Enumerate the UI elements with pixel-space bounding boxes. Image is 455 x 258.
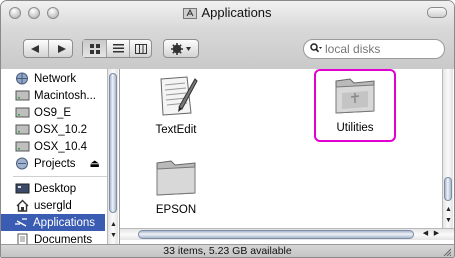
- sidebar-item-network[interactable]: Network: [15, 70, 119, 87]
- sidebar-scrollbar[interactable]: ▲ ▼: [107, 69, 118, 244]
- home-icon: [16, 199, 29, 212]
- window-title-text: Applications: [201, 5, 272, 20]
- resize-grip-icon[interactable]: [442, 247, 451, 256]
- main-scroll-right-arrow[interactable]: ▶: [431, 229, 442, 239]
- sidebar: Network Macintosh... OS9_E OSX_10.2 OSX_…: [1, 69, 120, 244]
- file-item-label: EPSON: [155, 204, 197, 216]
- hard-disk-icon: [15, 124, 30, 135]
- sidebar-item-macintosh[interactable]: Macintosh...: [15, 87, 119, 104]
- sidebar-item-desktop[interactable]: Desktop: [15, 180, 119, 197]
- sidebar-item-label: Network: [34, 72, 77, 85]
- gear-icon: [171, 42, 191, 55]
- sidebar-item-label: Desktop: [34, 182, 77, 195]
- toolbar-area: Applications local disks: [1, 1, 454, 69]
- forward-button[interactable]: [48, 40, 72, 57]
- sidebar-scroll-down-arrow[interactable]: ▼: [108, 231, 119, 241]
- icon-view-icon: [89, 43, 100, 54]
- main-vertical-scroll-thumb[interactable]: [444, 177, 452, 201]
- search-placeholder: local disks: [325, 42, 381, 56]
- status-text: 33 items, 5.23 GB available: [163, 245, 292, 257]
- applications-icon: [15, 218, 27, 227]
- sidebar-item-label: OSX_10.2: [34, 123, 88, 136]
- sidebar-scroll-up-arrow[interactable]: ▲: [108, 220, 119, 230]
- sidebar-item-label: OSX_10.4: [34, 140, 88, 153]
- list-view-icon: [112, 44, 124, 53]
- main-horizontal-scroll-thumb[interactable]: [138, 230, 414, 239]
- documents-icon: [17, 233, 28, 244]
- sidebar-scroll-thumb[interactable]: [109, 73, 117, 213]
- hard-disk-icon: [15, 107, 30, 118]
- back-button[interactable]: [24, 40, 48, 57]
- list-view-button[interactable]: [106, 40, 129, 57]
- search-field[interactable]: local disks: [303, 39, 445, 59]
- status-bar: 33 items, 5.23 GB available: [1, 244, 454, 257]
- applications-folder-icon: [183, 8, 198, 19]
- toolbar-toggle-button[interactable]: [427, 7, 447, 18]
- main-scroll-left-arrow[interactable]: ◀: [420, 229, 431, 239]
- file-item-label: Utilities: [336, 122, 374, 134]
- sidebar-item-osx-10-2[interactable]: OSX_10.2: [15, 121, 119, 138]
- folder-icon: [335, 78, 375, 114]
- column-view-button[interactable]: [129, 40, 151, 57]
- eject-icon[interactable]: ⏏: [90, 157, 100, 170]
- file-browser: TextEdit Utilities EPSON ▲ ▼ ◀ ▶: [120, 69, 454, 244]
- back-forward-control: [23, 39, 73, 58]
- network-volume-icon: [16, 157, 28, 170]
- file-item-textedit[interactable]: TextEdit: [136, 73, 216, 136]
- main-scroll-up-arrow[interactable]: ▲: [443, 205, 454, 215]
- sidebar-item-usergld[interactable]: usergld: [15, 197, 119, 214]
- sidebar-item-os9-e[interactable]: OS9_E: [15, 104, 119, 121]
- window-title: Applications: [1, 4, 454, 22]
- sidebar-item-label: Applications: [33, 216, 96, 229]
- search-icon: [310, 42, 322, 56]
- sidebar-item-label: Documents: [34, 233, 93, 245]
- hard-disk-icon: [15, 141, 30, 152]
- network-globe-icon: [16, 72, 28, 85]
- textedit-app-icon: [160, 76, 198, 116]
- hard-disk-icon: [15, 90, 30, 101]
- sidebar-item-projects[interactable]: Projects ⏏: [15, 155, 119, 172]
- forward-arrow-icon: [57, 44, 66, 53]
- main-scroll-down-arrow[interactable]: ▼: [443, 216, 454, 226]
- sidebar-item-label: Macintosh...: [34, 89, 96, 102]
- sidebar-item-documents[interactable]: Documents: [15, 231, 119, 244]
- main-horizontal-scrollbar[interactable]: ◀ ▶: [120, 228, 454, 240]
- sidebar-item-label: Projects: [34, 157, 76, 170]
- main-vertical-scrollbar[interactable]: ▲ ▼: [442, 69, 453, 228]
- desktop-icon: [15, 183, 30, 194]
- file-item-label: TextEdit: [155, 124, 197, 136]
- file-item-epson[interactable]: EPSON: [136, 155, 216, 216]
- back-arrow-icon: [31, 44, 40, 53]
- file-item-utilities[interactable]: Utilities: [315, 73, 395, 134]
- action-menu-button[interactable]: [163, 39, 199, 58]
- sidebar-divider: [13, 176, 109, 177]
- sidebar-item-label: usergld: [34, 199, 72, 212]
- sidebar-item-osx-10-4[interactable]: OSX_10.4: [15, 138, 119, 155]
- sidebar-item-label: OS9_E: [34, 106, 72, 119]
- view-mode-control: [82, 39, 152, 58]
- folder-icon: [156, 160, 196, 196]
- finder-window: Applications local disks Network Macinto…: [0, 0, 455, 258]
- icon-view-button[interactable]: [83, 40, 106, 57]
- column-view-icon: [134, 43, 147, 54]
- sidebar-item-applications[interactable]: Applications: [1, 214, 105, 231]
